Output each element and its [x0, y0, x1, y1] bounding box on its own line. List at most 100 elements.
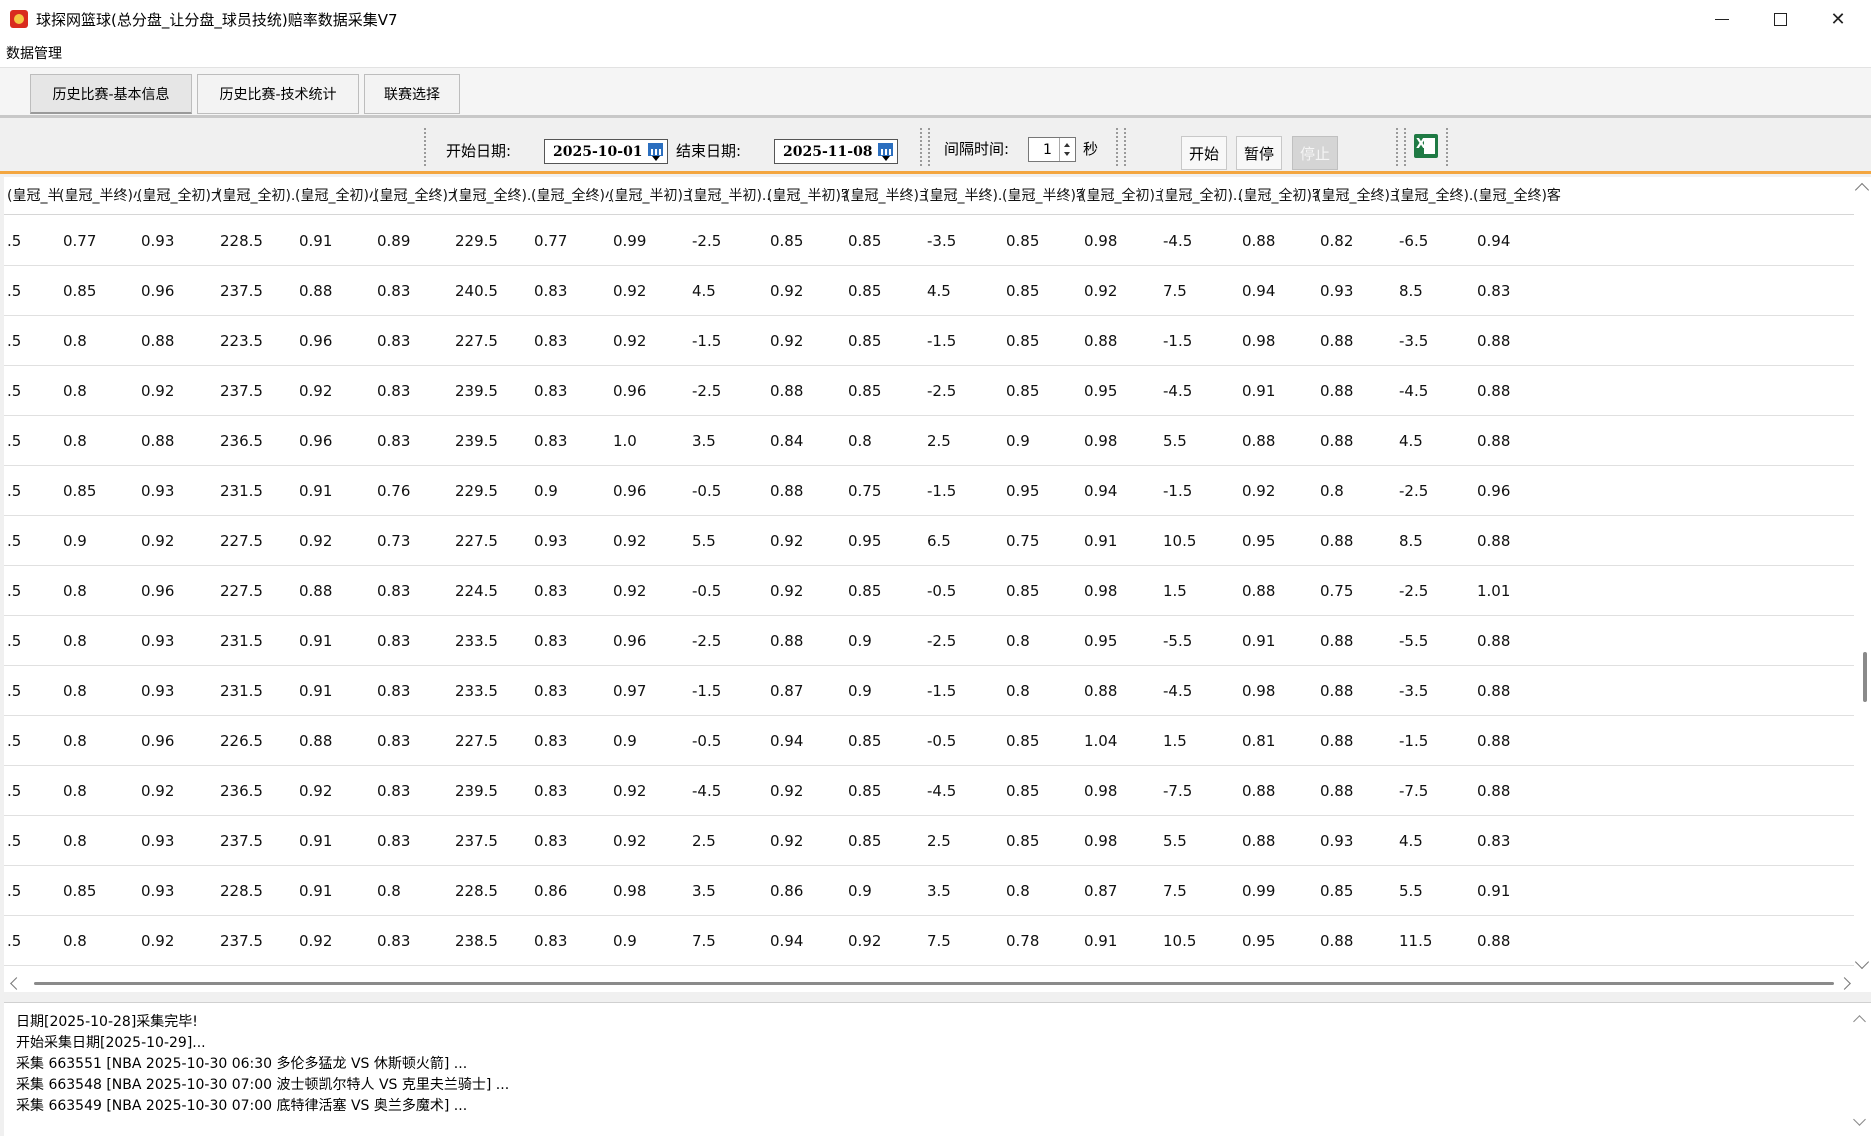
table-cell: 0.88	[1477, 532, 1511, 550]
interval-stepper[interactable]: 1	[1028, 137, 1076, 162]
table-row[interactable]: .5 0.8 0.88 223.5 0.96 0.83 227.5 0.83 0.92 -1.5 0…	[4, 316, 1854, 366]
table-row[interactable]: .5 0.8 0.93 231.5 0.91 0.83 233.5 0.83 0.96 -2.5 0…	[4, 616, 1854, 666]
column-header[interactable]: (皇冠_半终)小	[59, 177, 139, 215]
column-header[interactable]: (皇冠_全初)小	[295, 177, 376, 215]
column-header[interactable]: (皇冠_全初)主	[1081, 177, 1161, 215]
minimize-button[interactable]	[1694, 0, 1750, 38]
stepper-buttons[interactable]	[1059, 138, 1075, 161]
column-header[interactable]: (皇冠_半初)客	[767, 177, 847, 215]
column-header[interactable]: (皇冠_半终)...	[7, 177, 61, 215]
stepper-up-icon[interactable]	[1064, 143, 1070, 147]
start-date-picker[interactable]: 2025-10-01	[544, 139, 668, 164]
scroll-thumb[interactable]	[34, 982, 1834, 985]
column-header[interactable]: (皇冠_半终)...	[924, 177, 1004, 215]
table-cell: 6.5	[927, 532, 951, 550]
scroll-thumb[interactable]	[1863, 652, 1867, 702]
table-cell: 0.8	[63, 732, 87, 750]
table-cell: 227.5	[455, 732, 498, 750]
excel-export-icon[interactable]	[1414, 134, 1438, 158]
stepper-down-icon[interactable]	[1064, 152, 1070, 156]
horizontal-scrollbar[interactable]	[4, 975, 1854, 992]
scroll-down-icon[interactable]	[1853, 1113, 1866, 1126]
table-cell: 0.88	[1320, 782, 1354, 800]
table-row[interactable]: .5 0.8 0.93 237.5 0.91 0.83 237.5 0.83 0.92 2.5 0.…	[4, 816, 1854, 866]
start-button[interactable]: 开始	[1181, 136, 1227, 170]
toolbar-separator	[1124, 128, 1126, 166]
log-line: 采集 663551 [NBA 2025-10-30 06:30 多伦多猛龙 VS…	[16, 1056, 468, 1072]
column-header[interactable]: (皇冠_全初)客	[1238, 177, 1318, 215]
toolbar-separator	[1396, 128, 1398, 166]
log-scrollbar[interactable]	[1851, 1007, 1868, 1132]
column-header[interactable]: (皇冠_全终)小	[531, 177, 611, 215]
table-cell: 4.5	[1399, 432, 1423, 450]
scroll-up-icon[interactable]	[1853, 1015, 1866, 1028]
table-cell: -2.5	[692, 632, 722, 650]
table-row[interactable]: .5 0.85 0.93 228.5 0.91 0.8 228.5 0.86 0.98 3.5 0.…	[4, 866, 1854, 916]
table-cell: 0.73	[377, 532, 411, 550]
calendar-icon[interactable]	[877, 142, 895, 161]
data-grid[interactable]: (皇冠_半终)...(皇冠_半终)小(皇冠_全初)大(皇冠_全初)...(皇冠_…	[4, 177, 1871, 992]
table-row[interactable]: .5 0.8 0.96 227.5 0.88 0.83 224.5 0.83 0.92 -0.5 0…	[4, 566, 1854, 616]
calendar-icon[interactable]	[647, 142, 665, 161]
pause-button[interactable]: 暂停	[1236, 136, 1282, 170]
table-cell: 0.83	[1477, 832, 1511, 850]
table-row[interactable]: .5 0.8 0.92 237.5 0.92 0.83 239.5 0.83 0.96 -2.5 0…	[4, 366, 1854, 416]
table-cell: -0.5	[692, 582, 722, 600]
column-header[interactable]: (皇冠_全初)...	[217, 177, 297, 215]
tab-league-select[interactable]: 联赛选择	[364, 74, 460, 114]
tab-history-basic-info[interactable]: 历史比赛-基本信息	[30, 74, 192, 114]
close-button[interactable]: ✕	[1810, 0, 1866, 38]
menu-data-management[interactable]: 数据管理	[0, 43, 68, 63]
scroll-right-icon[interactable]	[1838, 977, 1851, 990]
scroll-down-icon[interactable]	[1854, 954, 1870, 970]
table-row[interactable]: .5 0.9 0.92 227.5 0.92 0.73 227.5 0.93 0.92 5.5 0.…	[4, 516, 1854, 566]
scroll-up-icon[interactable]	[1854, 182, 1870, 198]
column-header[interactable]: (皇冠_半初)...	[688, 177, 769, 215]
table-row[interactable]: .5 0.8 0.92 237.5 0.92 0.83 238.5 0.83 0.9 7.5 0.9…	[4, 916, 1854, 966]
table-row[interactable]: .5 0.8 0.88 236.5 0.96 0.83 239.5 0.83 1.0 3.5 0.8…	[4, 416, 1854, 466]
table-cell: 0.83	[534, 682, 568, 700]
table-cell: 0.75	[848, 482, 882, 500]
column-header[interactable]: (皇冠_半终)主	[845, 177, 926, 215]
table-cell: 0.95	[1084, 632, 1118, 650]
tab-history-tech-stats[interactable]: 历史比赛-技术统计	[197, 74, 359, 114]
table-cell: 0.88	[770, 382, 804, 400]
column-header[interactable]: (皇冠_全终)...	[1395, 177, 1475, 215]
table-cell: 0.91	[299, 632, 333, 650]
table-cell: 0.98	[1242, 332, 1276, 350]
log-panel[interactable]: 日期[2025-10-28]采集完毕! 开始采集日期[2025-10-29]..…	[4, 1002, 1871, 1136]
scroll-left-icon[interactable]	[10, 977, 23, 990]
column-header[interactable]: (皇冠_全初)大	[137, 177, 219, 215]
table-cell: 0.85	[1006, 732, 1040, 750]
table-row[interactable]: .5 0.8 0.96 226.5 0.88 0.83 227.5 0.83 0.9 -0.5 0.…	[4, 716, 1854, 766]
column-header[interactable]: (皇冠_半初)主	[609, 177, 690, 215]
table-cell: 236.5	[220, 432, 263, 450]
table-cell: -1.5	[1163, 482, 1193, 500]
column-header[interactable]: (皇冠_全终)客	[1473, 177, 1854, 215]
table-cell: 0.96	[613, 382, 647, 400]
end-date-picker[interactable]: 2025-11-08	[774, 139, 898, 164]
maximize-button[interactable]	[1752, 0, 1808, 38]
table-cell: -1.5	[927, 682, 957, 700]
table-cell: 0.96	[141, 732, 175, 750]
table-cell: 226.5	[220, 732, 263, 750]
table-row[interactable]: .5 0.77 0.93 228.5 0.91 0.89 229.5 0.77 0.99 -2.5…	[4, 216, 1854, 266]
table-cell: 0.85	[1006, 282, 1040, 300]
column-header[interactable]: (皇冠_全终)主	[1316, 177, 1397, 215]
table-row[interactable]: .5 0.8 0.92 236.5 0.92 0.83 239.5 0.83 0.92 -4.5 0…	[4, 766, 1854, 816]
toolbar-separator	[424, 128, 426, 166]
column-header[interactable]: (皇冠_全终)...	[453, 177, 533, 215]
table-row[interactable]: .5 0.85 0.96 237.5 0.88 0.83 240.5 0.83 0.92 4.5 0…	[4, 266, 1854, 316]
table-cell: 0.77	[534, 232, 568, 250]
table-cell: 0.93	[1320, 832, 1354, 850]
column-header[interactable]: (皇冠_全终)大	[374, 177, 455, 215]
table-row[interactable]: .5 0.85 0.93 231.5 0.91 0.76 229.5 0.9 0.96 -0.5 0…	[4, 466, 1854, 516]
table-cell: 0.8	[63, 932, 87, 950]
table-cell: 231.5	[220, 682, 263, 700]
column-header[interactable]: (皇冠_全初)...	[1159, 177, 1240, 215]
table-cell: -4.5	[1163, 382, 1193, 400]
vertical-scrollbar[interactable]	[1854, 177, 1871, 977]
column-header[interactable]: (皇冠_半终)客	[1002, 177, 1083, 215]
table-cell: 0.9	[613, 732, 637, 750]
table-row[interactable]: .5 0.8 0.93 231.5 0.91 0.83 233.5 0.83 0.97 -1.5 0…	[4, 666, 1854, 716]
